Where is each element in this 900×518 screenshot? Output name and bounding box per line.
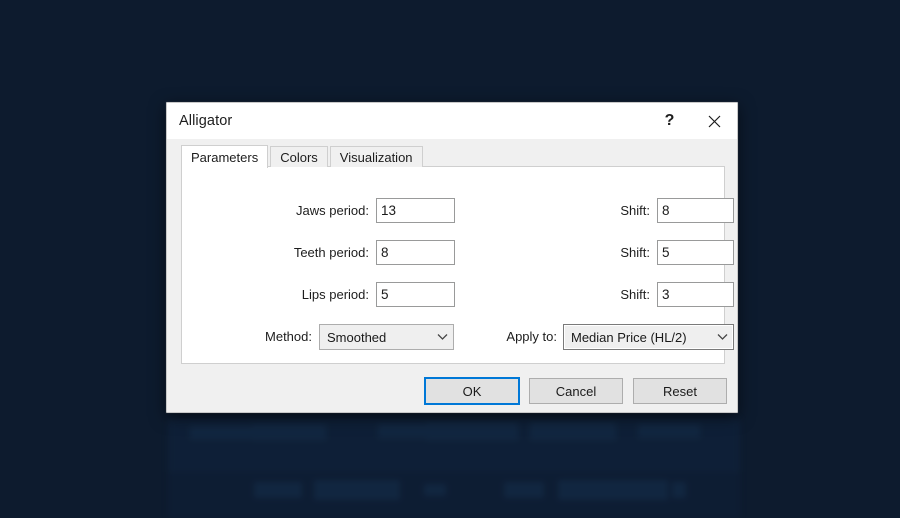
- dialog-title: Alligator: [179, 113, 232, 129]
- teeth-period-label: Teeth period:: [202, 240, 369, 266]
- parameters-panel: Jaws period: Shift: Teeth period: Shift:…: [181, 166, 725, 364]
- jaws-period-label: Jaws period:: [202, 198, 369, 224]
- chevron-down-icon: [711, 333, 733, 341]
- tab-parameters-label: Parameters: [191, 150, 258, 165]
- apply-to-dropdown[interactable]: Median Price (HL/2): [563, 324, 734, 350]
- tab-strip: Parameters Colors Visualization: [181, 145, 425, 167]
- lips-period-label: Lips period:: [202, 282, 369, 308]
- tab-parameters[interactable]: Parameters: [181, 145, 268, 168]
- reset-button-label: Reset: [663, 384, 697, 399]
- help-glyph: ?: [665, 113, 675, 129]
- cancel-button[interactable]: Cancel: [529, 378, 623, 404]
- row-lips: Lips period: Shift:: [182, 282, 724, 308]
- reset-button[interactable]: Reset: [633, 378, 727, 404]
- teeth-shift-input[interactable]: [657, 240, 734, 265]
- method-label: Method:: [202, 324, 312, 350]
- method-value: Smoothed: [327, 330, 431, 345]
- ok-button[interactable]: OK: [425, 378, 519, 404]
- jaws-shift-label: Shift:: [570, 198, 650, 224]
- help-icon[interactable]: ?: [647, 103, 692, 139]
- tab-colors[interactable]: Colors: [270, 146, 328, 167]
- apply-to-value: Median Price (HL/2): [571, 330, 711, 345]
- method-dropdown[interactable]: Smoothed: [319, 324, 454, 350]
- alligator-dialog: Alligator ? Parameters Colors Visualizat…: [166, 102, 738, 413]
- apply-to-label: Apply to:: [467, 324, 557, 350]
- row-method-applyto: Method: Smoothed Apply to: Median Price …: [182, 324, 724, 350]
- tab-visualization-label: Visualization: [340, 150, 413, 165]
- chevron-down-icon: [431, 333, 453, 341]
- jaws-shift-input[interactable]: [657, 198, 734, 223]
- tab-colors-label: Colors: [280, 150, 318, 165]
- close-icon[interactable]: [692, 103, 737, 139]
- titlebar-button-group: ?: [647, 103, 737, 139]
- ok-button-label: OK: [463, 384, 482, 399]
- dialog-titlebar: Alligator ?: [167, 103, 737, 139]
- jaws-period-input[interactable]: [376, 198, 455, 223]
- teeth-shift-label: Shift:: [570, 240, 650, 266]
- background-ghost-dialog: [168, 418, 740, 518]
- row-teeth: Teeth period: Shift:: [182, 240, 724, 266]
- teeth-period-input[interactable]: [376, 240, 455, 265]
- tab-visualization[interactable]: Visualization: [330, 146, 423, 167]
- row-jaws: Jaws period: Shift:: [182, 198, 724, 224]
- lips-shift-label: Shift:: [570, 282, 650, 308]
- lips-shift-input[interactable]: [657, 282, 734, 307]
- cancel-button-label: Cancel: [556, 384, 596, 399]
- lips-period-input[interactable]: [376, 282, 455, 307]
